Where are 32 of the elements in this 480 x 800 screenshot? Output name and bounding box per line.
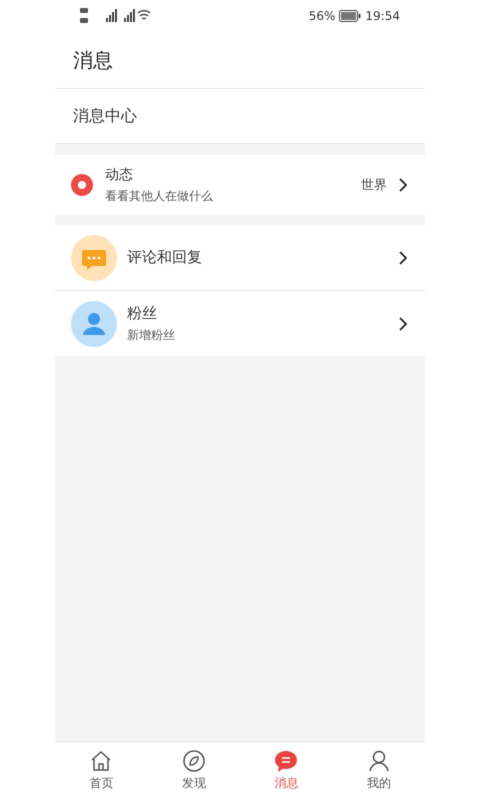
battery-percent: 56% [308, 9, 336, 23]
tab-label: 我的 [366, 775, 391, 792]
tab-label: 首页 [89, 775, 114, 792]
record-icon [71, 174, 93, 196]
home-icon [90, 750, 112, 772]
person-icon [368, 750, 390, 772]
status-time: 19:54 [365, 9, 400, 23]
nav-tab[interactable]: 发现 [148, 742, 240, 800]
person-icon [71, 300, 117, 346]
message-row[interactable]: 动态 看看其他人在做什么 世界 [55, 155, 425, 215]
chevron-right-icon [399, 316, 407, 330]
row-title: 评论和回复 [127, 248, 203, 267]
tab-label: 发现 [182, 775, 206, 792]
chevron-right-icon [399, 178, 407, 192]
row-subtitle: 新增粉丝 [127, 326, 176, 344]
row-title: 粉丝 [127, 304, 158, 322]
message-row[interactable]: 评论和回复 [55, 225, 425, 290]
row-title: 动态 [105, 166, 134, 184]
message-row[interactable]: 粉丝 新增粉丝 [55, 290, 425, 356]
row-subtitle: 看看其他人在做什么 [105, 188, 214, 204]
nav-tab[interactable]: 首页 [55, 742, 148, 800]
nav-tab[interactable]: 消息 [240, 742, 332, 800]
row-value: 世界 [361, 177, 387, 194]
battery-icon [339, 10, 362, 22]
tab-label: 消息 [274, 775, 298, 792]
page-title: 消息 [73, 46, 113, 74]
compass-icon [182, 750, 205, 772]
section-title: 消息中心 [73, 106, 137, 126]
chat-bubble-icon [274, 750, 298, 772]
chevron-right-icon [399, 250, 407, 264]
nav-tab[interactable]: 我的 [332, 742, 425, 800]
speech-bubble-icon [71, 234, 117, 280]
